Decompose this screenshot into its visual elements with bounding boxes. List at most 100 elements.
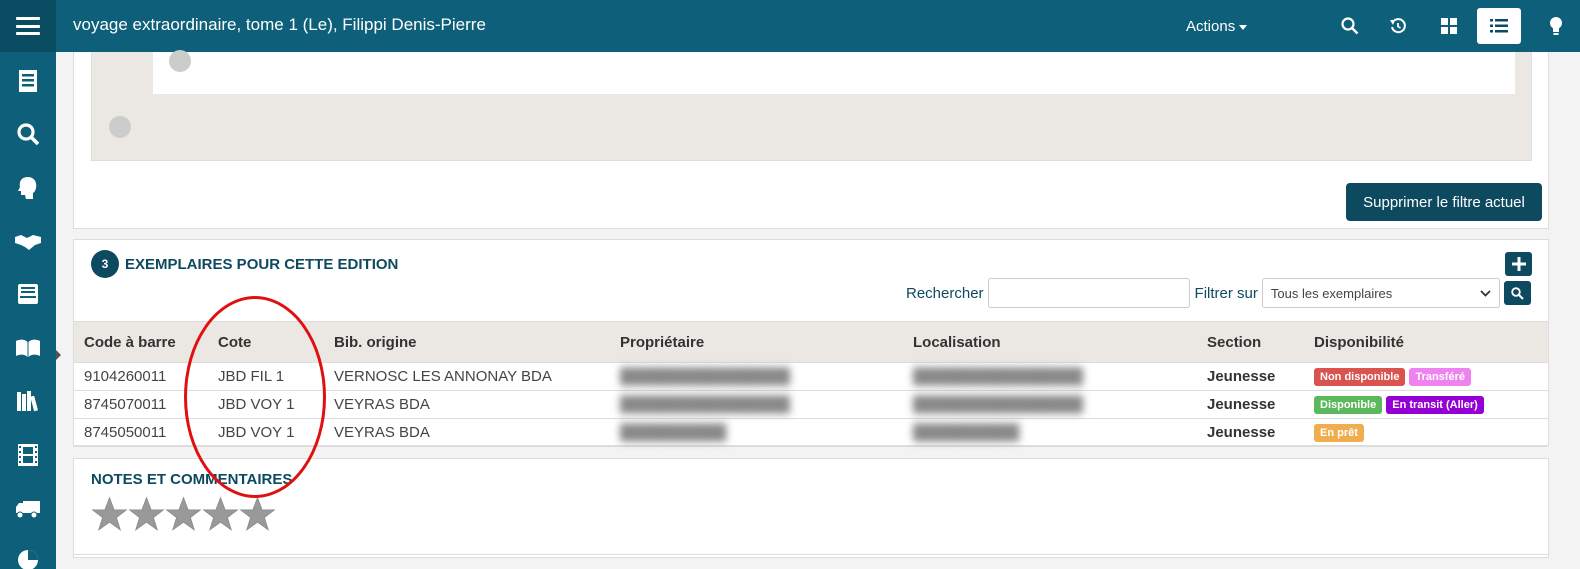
filter-handle-icon[interactable] [169, 50, 191, 72]
copies-search-row: Rechercher Filtrer sur Tous les exemplai… [906, 278, 1531, 308]
barcode-cell: 8745050011 [74, 418, 208, 447]
star-icon[interactable] [165, 496, 202, 533]
column-header[interactable]: Section [1197, 321, 1304, 363]
grid-view-icon [1441, 18, 1457, 34]
location-cell: ████████████████ [903, 390, 1197, 419]
copies-header: 3 EXEMPLAIRES POUR CETTE EDITION [91, 250, 398, 278]
column-header[interactable]: Cote [208, 321, 324, 363]
handshake-icon [15, 235, 41, 250]
copies-search-button[interactable] [1503, 281, 1531, 305]
filter-selected-value: Tous les exemplaires [1270, 285, 1393, 301]
actions-label: Actions [1186, 18, 1236, 35]
search-button[interactable] [1332, 8, 1368, 44]
remove-filter-button[interactable]: Supprimer le filtre actuel [1346, 183, 1542, 221]
redacted-text: ████████████████ [620, 368, 791, 385]
column-header[interactable]: Propriétaire [610, 321, 903, 363]
list-view-button[interactable] [1477, 8, 1521, 44]
sidebar-item-inbox[interactable] [0, 276, 56, 312]
search-icon [1341, 17, 1359, 35]
top-bar: voyage extraordinaire, tome 1 (Le), Fili… [0, 0, 1580, 52]
search-label: Rechercher [906, 284, 984, 302]
pie-chart-icon [18, 550, 38, 569]
history-icon [1390, 18, 1406, 34]
star-icon[interactable] [91, 496, 128, 533]
search-icon [1511, 286, 1524, 300]
filter-area [91, 50, 1532, 161]
cote-cell: JBD VOY 1 [208, 390, 324, 419]
owner-cell: ████████████████ [610, 362, 903, 391]
chevron-down-icon [1480, 289, 1491, 297]
sidebar-item-media[interactable] [0, 437, 56, 473]
actions-dropdown[interactable]: Actions [1186, 18, 1248, 35]
origin-cell: VEYRAS BDA [324, 390, 610, 419]
table-row[interactable]: 8745050011 JBD VOY 1 VEYRAS BDA ████████… [74, 418, 1548, 447]
section-cell: Jeunesse [1197, 418, 1304, 447]
status-badge: En transit (Aller) [1386, 396, 1484, 414]
caret-down-icon [1239, 24, 1248, 30]
search-icon [17, 123, 40, 146]
catalog-icon [19, 70, 37, 92]
sidebar-expand-arrow-icon[interactable] [56, 350, 61, 360]
origin-cell: VEYRAS BDA [324, 418, 610, 447]
notes-title: NOTES ET COMMENTAIRES [91, 471, 293, 488]
location-cell: ██████████ [903, 418, 1197, 447]
redacted-text: ██████████ [620, 424, 727, 441]
availability-cell: En prêt [1304, 418, 1548, 447]
sidebar-item-reading[interactable] [0, 330, 56, 366]
list-view-icon [1490, 19, 1508, 33]
sidebar-item-users[interactable] [0, 170, 56, 206]
column-header[interactable]: Localisation [903, 321, 1197, 363]
availability-cell: Non disponible Transféré [1304, 362, 1548, 391]
notes-panel: NOTES ET COMMENTAIRES [73, 458, 1549, 558]
cote-cell: JBD VOY 1 [208, 418, 324, 447]
section-cell: Jeunesse [1197, 362, 1304, 391]
star-icon[interactable] [202, 496, 239, 533]
sidebar-item-transport[interactable] [0, 491, 56, 527]
filter-label: Filtrer sur [1194, 284, 1258, 302]
table-row[interactable]: 8745070011 JBD VOY 1 VEYRAS BDA ████████… [74, 390, 1548, 419]
sidebar-item-catalog[interactable] [0, 63, 56, 99]
history-button[interactable] [1380, 8, 1416, 44]
tips-button[interactable] [1538, 8, 1574, 44]
user-head-icon [18, 177, 37, 199]
truck-icon [16, 501, 40, 519]
page-title: voyage extraordinaire, tome 1 (Le), Fili… [73, 15, 486, 34]
add-copy-button[interactable] [1505, 252, 1532, 276]
status-badge: Disponible [1314, 396, 1383, 414]
barcode-cell: 9104260011 [74, 362, 208, 391]
inbox-icon [18, 284, 38, 304]
copies-search-input[interactable] [987, 278, 1190, 308]
cote-cell: JBD FIL 1 [208, 362, 324, 391]
filter-subgroup [153, 52, 1515, 94]
origin-cell: VERNOSC LES ANNONAY BDA [324, 362, 610, 391]
sidebar-item-search[interactable] [0, 116, 56, 152]
menu-icon [16, 17, 40, 35]
status-badge: En prêt [1314, 424, 1364, 442]
rating-stars[interactable] [91, 496, 276, 533]
books-icon [17, 391, 39, 412]
redacted-text: ██████████ [913, 424, 1020, 441]
filter-handle-icon[interactable] [109, 116, 131, 138]
redacted-text: ████████████████ [913, 396, 1084, 413]
plus-icon [1511, 257, 1526, 271]
sidebar-item-loans[interactable] [0, 224, 56, 260]
copies-title: EXEMPLAIRES POUR CETTE EDITION [125, 255, 399, 273]
star-icon[interactable] [239, 496, 276, 533]
table-row[interactable]: 9104260011 JBD FIL 1 VERNOSC LES ANNONAY… [74, 362, 1548, 391]
column-header[interactable]: Code à barre [74, 321, 208, 363]
redacted-text: ████████████████ [620, 396, 791, 413]
column-header[interactable]: Bib. origine [324, 321, 610, 363]
sidebar-item-library[interactable] [0, 383, 56, 419]
divider [74, 554, 1548, 555]
film-icon [18, 444, 38, 466]
menu-button[interactable] [0, 0, 56, 52]
filter-panel: Supprimer le filtre actuel [73, 50, 1549, 229]
open-book-icon [16, 339, 40, 357]
redacted-text: ████████████████ [913, 368, 1084, 385]
sidebar-item-stats[interactable] [0, 542, 56, 569]
column-header[interactable]: Disponibilité [1304, 321, 1548, 363]
copies-filter-select[interactable]: Tous les exemplaires [1261, 278, 1500, 308]
lightbulb-icon [1550, 17, 1562, 35]
star-icon[interactable] [128, 496, 165, 533]
grid-view-button[interactable] [1431, 8, 1467, 44]
